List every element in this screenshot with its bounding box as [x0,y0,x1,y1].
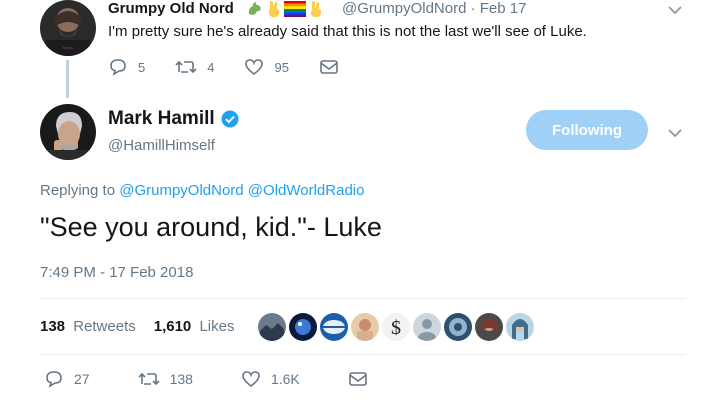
like-count: 1.6K [270,371,300,387]
thread-connector [66,60,69,98]
retweets-count: 138 [40,318,66,335]
heart-icon [242,371,260,388]
reply-count: 27 [74,371,90,387]
heart-icon [245,59,264,76]
parent-tweet-text: I'm pretty sure he's already said that t… [108,23,587,40]
reply-icon [46,371,62,388]
parent-handle-date[interactable]: @GrumpyOldNord · Feb 17 [342,0,526,17]
main-author-handle[interactable]: @HamillHimself [108,137,215,154]
retweets-label: Retweets [73,318,136,335]
retweet-count: 4 [207,59,215,75]
tweet-stats: 138 Retweets 1,610 Likes [40,318,252,335]
liker-avatar[interactable] [475,313,503,341]
name-emojis [246,0,324,18]
likes-count: 1,610 [153,318,192,335]
following-button[interactable]: Following [526,110,648,150]
parent-author-name[interactable]: Grumpy Old Nord [108,0,234,17]
dragon-emoji-icon [248,2,261,15]
liker-avatar[interactable] [258,313,286,341]
replying-to-handles[interactable]: @GrumpyOldNord @OldWorldRadio [119,182,364,199]
liker-avatar[interactable] [351,313,379,341]
retweet-icon [138,372,160,386]
liker-avatar[interactable] [320,313,348,341]
tweet-timestamp[interactable]: 7:49 PM - 17 Feb 2018 [40,264,193,281]
direct-message-button[interactable] [319,59,339,75]
retweet-button[interactable]: 138 [138,371,193,387]
retweet-count: 138 [169,371,193,387]
verified-badge-icon [221,110,239,128]
main-actions: 27 138 1.6K [44,370,416,388]
retweets-stat[interactable]: 138 Retweets [40,318,136,335]
main-author-name[interactable]: Mark Hamill [108,108,215,130]
like-button[interactable]: 95 [244,58,289,76]
reply-button[interactable]: 27 [44,370,90,388]
likes-stat[interactable]: 1,610 Likes [154,318,235,335]
direct-message-button[interactable] [348,371,368,387]
main-tweet-text: "See you around, kid."- Luke [40,212,382,242]
victory-hand-emoji-icon [269,1,279,17]
liker-avatars: $ [258,313,534,341]
retweet-icon [175,60,197,74]
liker-avatar[interactable] [413,313,441,341]
main-author-avatar[interactable] [40,104,96,160]
parent-author-avatar[interactable]: ~~~ [40,0,96,56]
svg-text:~~~: ~~~ [63,46,74,52]
rainbow-flag-emoji-icon [284,1,306,17]
chevron-down-icon[interactable] [668,2,682,18]
replying-to-prefix: Replying to [40,182,116,199]
like-button[interactable]: 1.6K [241,370,300,388]
divider [40,298,686,299]
liker-avatar[interactable]: $ [382,313,410,341]
liker-avatar[interactable] [289,313,317,341]
parent-actions: 5 4 95 [108,58,369,76]
liker-avatar[interactable] [444,313,472,341]
reply-count: 5 [138,59,146,75]
reply-icon [110,59,126,76]
svg-text:$: $ [391,317,401,339]
likes-label: Likes [199,318,235,335]
chevron-down-icon[interactable] [668,125,682,141]
envelope-icon [320,60,338,74]
like-count: 95 [274,59,289,75]
reply-button[interactable]: 5 [108,58,145,76]
retweet-button[interactable]: 4 [175,59,214,75]
envelope-icon [348,372,367,386]
replying-to: Replying to @GrumpyOldNord @OldWorldRadi… [40,182,364,199]
divider [40,354,686,355]
liker-avatar[interactable] [506,313,534,341]
victory-hand-emoji-icon [311,1,321,17]
main-author-name-row[interactable]: Mark Hamill [108,108,239,130]
